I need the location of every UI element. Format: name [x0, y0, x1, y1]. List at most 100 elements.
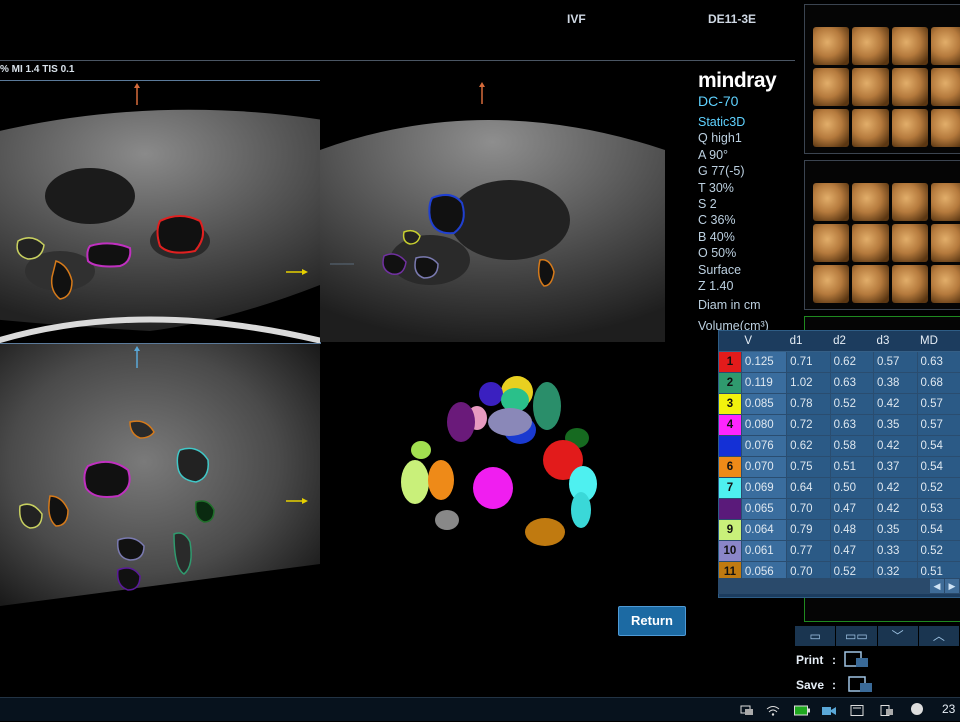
table-row[interactable]: 10 0.061 0.77 0.47 0.33 0.52	[719, 540, 960, 562]
table-row[interactable]: 7 0.069 0.64 0.50 0.42 0.52	[719, 477, 960, 499]
cell-d3: 0.57	[873, 351, 918, 373]
plane-b-image	[320, 120, 665, 342]
param-a: A 90°	[698, 147, 729, 162]
param-g: G 77(-5)	[698, 164, 745, 179]
follicle-color-index: 10	[719, 540, 742, 562]
column-header: d3	[873, 331, 917, 352]
table-row[interactable]: 4 0.080 0.72 0.63 0.35 0.57	[719, 414, 960, 436]
plane-b-view[interactable]	[320, 80, 680, 342]
scroll-left-icon[interactable]: ◀	[930, 579, 944, 593]
orientation-arrow-icon	[134, 346, 140, 368]
orientation-arrow-icon	[479, 82, 485, 104]
thumbnail-2[interactable]	[804, 160, 960, 310]
cell-md: 0.54	[917, 456, 960, 478]
storage-icon	[850, 703, 864, 716]
column-header: MD	[917, 331, 960, 352]
brand-logo: mindray	[698, 69, 777, 92]
cell-d1: 0.79	[786, 519, 831, 541]
marker-arrow-icon	[286, 262, 308, 275]
marker-arrow-icon	[286, 491, 308, 504]
table-row[interactable]: 3 0.085 0.78 0.52 0.42 0.57	[719, 393, 960, 415]
cell-d1: 0.62	[786, 435, 831, 457]
cell-v: 0.064	[741, 519, 788, 541]
cell-d2: 0.63	[830, 372, 875, 394]
param-q: Q high1	[698, 131, 742, 146]
cell-v: 0.069	[741, 477, 788, 499]
probe-label: DE11-3E	[708, 12, 757, 26]
cell-d3: 0.38	[873, 372, 918, 394]
param-s: S 2	[698, 197, 717, 212]
cell-d2: 0.47	[830, 540, 875, 562]
follicle-color-index: 7	[719, 477, 742, 499]
cell-d3: 0.42	[873, 477, 918, 499]
thumbnail-grid	[813, 27, 960, 147]
param-c: C 36%	[698, 213, 736, 228]
top-bar: IVF DE11-3E	[0, 0, 800, 62]
param-z: Z 1.40	[698, 279, 734, 294]
cell-d1: 0.70	[786, 498, 831, 520]
cell-md: 0.54	[917, 435, 960, 457]
cell-v: 0.080	[741, 414, 788, 436]
mode-label: Static3D	[698, 115, 746, 129]
cell-d2: 0.50	[830, 477, 875, 499]
cell-v: 0.119	[741, 372, 788, 394]
battery-icon	[794, 703, 810, 716]
plane-c-view[interactable]	[0, 344, 320, 606]
follicle-color-index: 9	[719, 519, 742, 541]
cell-d1: 0.71	[786, 351, 831, 373]
table-row[interactable]: 9 0.064 0.79 0.48 0.35 0.54	[719, 519, 960, 541]
cell-d1: 0.78	[786, 393, 831, 415]
scroll-right-icon[interactable]: ▶	[945, 579, 959, 593]
cell-d3: 0.42	[873, 498, 918, 520]
dual-layout-button[interactable]: ▭▭	[836, 626, 878, 646]
column-header: V	[741, 331, 787, 352]
cell-md: 0.52	[917, 477, 960, 499]
follicle-color-index: 2	[719, 372, 742, 394]
chevron-down-icon[interactable]: ﹀	[877, 626, 919, 646]
mi-tis-readout: % MI 1.4 TIS 0.1	[0, 64, 75, 75]
cell-d2: 0.63	[830, 414, 875, 436]
preset-label: IVF	[567, 12, 586, 26]
cell-md: 0.54	[917, 519, 960, 541]
cell-d3: 0.37	[873, 456, 918, 478]
table-row[interactable]: 0.065 0.70 0.47 0.42 0.53	[719, 498, 960, 520]
return-button[interactable]: Return	[618, 606, 686, 636]
cell-d1: 0.64	[786, 477, 831, 499]
table-row[interactable]: 6 0.070 0.75 0.51 0.37 0.54	[719, 456, 960, 478]
table-row[interactable]: 2 0.119 1.02 0.63 0.38 0.68	[719, 372, 960, 394]
cell-md: 0.52	[917, 540, 960, 562]
cell-d3: 0.35	[873, 414, 918, 436]
print-colon: :	[832, 653, 836, 667]
cell-d2: 0.48	[830, 519, 875, 541]
single-layout-button[interactable]: ▭	[795, 626, 837, 646]
cell-d3: 0.33	[873, 540, 918, 562]
layout-button-row: ▭ ▭▭ ﹀ ︿	[795, 626, 960, 646]
column-header: d2	[830, 331, 874, 352]
cell-md: 0.57	[917, 414, 960, 436]
follicle-color-index: 4	[719, 414, 742, 436]
wifi-icon	[766, 703, 780, 716]
table-row[interactable]: 0.076 0.62 0.58 0.42 0.54	[719, 435, 960, 457]
cell-d1: 0.72	[786, 414, 831, 436]
save-icon[interactable]	[848, 675, 874, 693]
cell-v: 0.061	[741, 540, 788, 562]
cell-v: 0.085	[741, 393, 788, 415]
cell-v: 0.065	[741, 498, 788, 520]
print-icon[interactable]	[844, 650, 870, 668]
save-colon: :	[832, 678, 836, 692]
follicle-color-index: 6	[719, 456, 742, 478]
cell-d2: 0.62	[830, 351, 875, 373]
volume-3d-render[interactable]	[395, 370, 605, 555]
cell-md: 0.63	[917, 351, 960, 373]
chevron-up-icon[interactable]: ︿	[918, 626, 960, 646]
thumbnail-1[interactable]	[804, 4, 960, 154]
table-scrollbar[interactable]: ◀ ▶	[718, 578, 960, 594]
follicle-color-index	[719, 498, 742, 520]
plane-a-view[interactable]	[0, 80, 321, 344]
follicle-color-index	[719, 435, 742, 457]
clock: 23	[942, 702, 956, 716]
table-header-row: V d1 d2 d3 MD	[719, 331, 960, 352]
column-header: d1	[786, 331, 831, 352]
table-row[interactable]: 1 0.125 0.71 0.62 0.57 0.63	[719, 351, 960, 373]
follicle-measurement-table[interactable]: V d1 d2 d3 MD 1 0.125 0.71 0.62 0.57 0.63 2 0.1…	[718, 330, 960, 598]
